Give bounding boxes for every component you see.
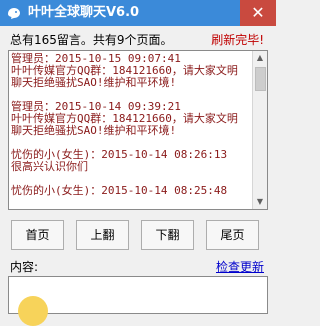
message-item: 忧伤的小(女生)：2015-10-14 08:26:13 很高兴认识你们 xyxy=(11,149,253,173)
title-bar: 叶叶全球聊天V6.0 ✕ xyxy=(0,0,276,26)
message-separator: ： xyxy=(90,148,102,161)
message-count-text: 总有165留言。共有9个页面。 xyxy=(10,33,173,47)
last-page-button[interactable]: 尾页 xyxy=(206,220,259,250)
message-header: 忧伤的小(女生)：2015-10-14 08:25:48 xyxy=(11,185,253,197)
message-text: 叶叶传媒官方QQ群：184121660，请大家文明 聊天拒绝骚扰SAO!维护和平… xyxy=(11,64,238,89)
scroll-up-icon[interactable]: ▲ xyxy=(253,51,267,65)
message-item: 管理员：2015-10-14 09:39:21 叶叶传媒官方QQ群：1841216… xyxy=(11,101,253,137)
prev-page-button[interactable]: 上翻 xyxy=(76,220,129,250)
refresh-status[interactable]: 刷新完毕! xyxy=(211,31,264,48)
info-bar: 总有165留言。共有9个页面。 刷新完毕! xyxy=(0,26,276,50)
message-user: 忧伤的小(女生) xyxy=(11,184,91,197)
message-separator: ： xyxy=(90,184,102,197)
content-label: 内容: xyxy=(10,260,39,274)
emoji-icon[interactable] xyxy=(18,296,48,326)
window-title: 叶叶全球聊天V6.0 xyxy=(28,5,140,20)
message-text: 叶叶传媒官方QQ群：184121660，请大家文明 聊天拒绝骚扰SAO!维护和平… xyxy=(11,112,238,137)
first-page-button[interactable]: 首页 xyxy=(11,220,64,250)
vertical-scrollbar[interactable]: ▲ ▼ xyxy=(252,51,267,209)
message-list[interactable]: 管理员：2015-10-15 09:07:41 叶叶传媒官方QQ群：1841216… xyxy=(8,50,268,210)
message-item: 管理员：2015-10-15 09:07:41 叶叶传媒官方QQ群：1841216… xyxy=(11,53,253,89)
message-time: 2015-10-14 08:26:13 xyxy=(101,148,228,161)
message-container: 管理员：2015-10-15 09:07:41 叶叶传媒官方QQ群：1841216… xyxy=(11,53,253,209)
scroll-thumb[interactable] xyxy=(255,67,266,91)
chat-bird-icon xyxy=(8,8,20,19)
message-text: 很高兴认识你们 xyxy=(11,160,88,173)
close-button[interactable]: ✕ xyxy=(240,0,276,26)
message-item: 忧伤的小(女生)：2015-10-14 08:25:48 xyxy=(11,185,253,197)
scroll-down-icon[interactable]: ▼ xyxy=(253,195,267,209)
next-page-button[interactable]: 下翻 xyxy=(141,220,194,250)
message-time: 2015-10-14 08:25:48 xyxy=(101,184,228,197)
check-update-link[interactable]: 检查更新 xyxy=(216,258,264,275)
